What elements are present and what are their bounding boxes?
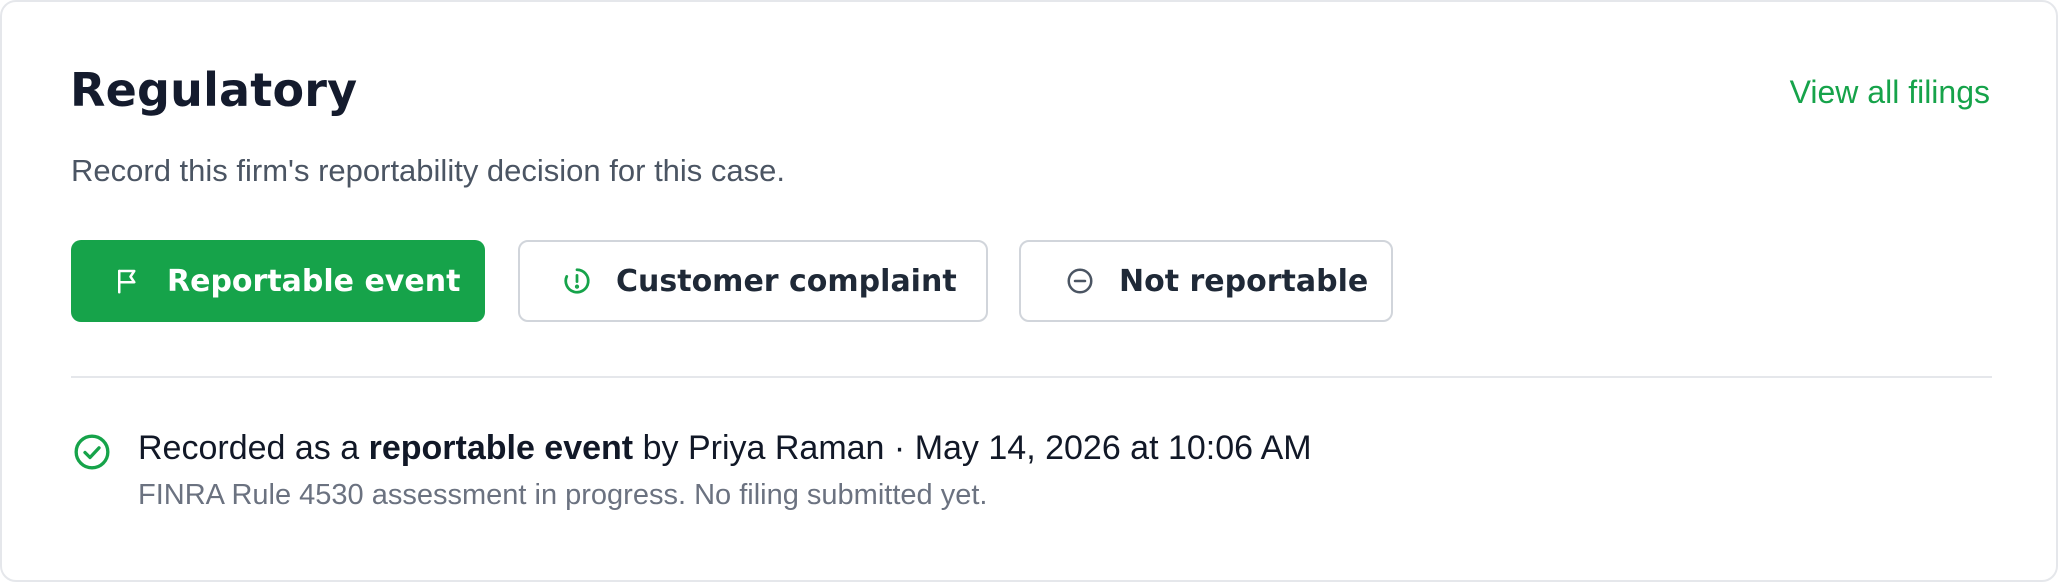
view-all-filings-link[interactable]: View all filings (1790, 72, 1990, 112)
status-separator: · (893, 429, 906, 467)
status-prefix: Recorded as a (138, 429, 360, 467)
alert-circle-icon (560, 264, 594, 298)
regulatory-card: Regulatory View all filings Record this … (0, 0, 2058, 582)
section-divider (71, 376, 1992, 378)
status-decision: reportable event (368, 429, 634, 467)
status-note: FINRA Rule 4530 assessment in progress. … (138, 479, 988, 511)
status-by: by (642, 429, 679, 467)
not-reportable-label: Not reportable (1119, 263, 1369, 299)
reportable-event-button[interactable]: Reportable event (71, 240, 485, 322)
flag-icon (111, 264, 145, 298)
status-summary: Recorded as a reportable event by Priya … (138, 426, 1312, 470)
check-circle-icon (72, 432, 112, 472)
not-reportable-button[interactable]: Not reportable (1019, 240, 1393, 322)
status-timestamp: May 14, 2026 at 10:06 AM (914, 429, 1312, 467)
customer-complaint-button[interactable]: Customer complaint (518, 240, 988, 322)
reportable-event-label: Reportable event (167, 263, 461, 299)
card-subtitle: Record this firm's reportability decisio… (71, 153, 786, 188)
customer-complaint-label: Customer complaint (616, 263, 957, 299)
minus-circle-icon (1063, 264, 1097, 298)
card-title: Regulatory (70, 63, 358, 117)
status-user: Priya Raman (687, 429, 885, 467)
